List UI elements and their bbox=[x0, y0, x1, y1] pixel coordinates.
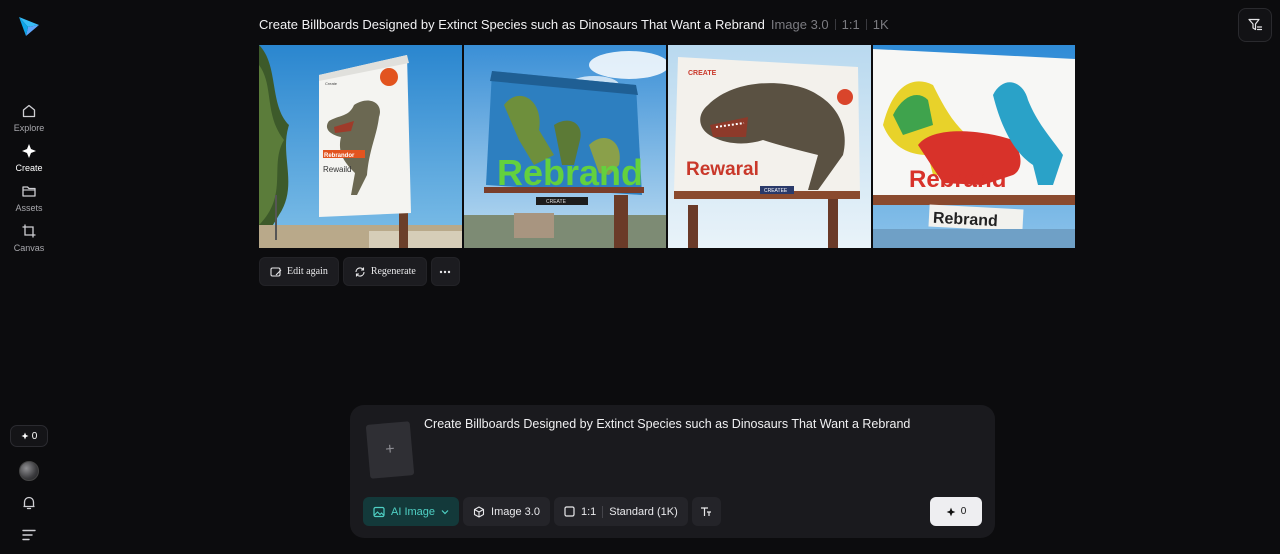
sidebar-item-label: Canvas bbox=[13, 243, 45, 253]
billboard-brand: CREATE bbox=[688, 70, 717, 77]
refresh-icon bbox=[355, 266, 365, 277]
ratio-label: 1:1 bbox=[841, 17, 860, 32]
model-label: Image 3.0 bbox=[491, 505, 540, 518]
generated-image-4[interactable]: Rebrand Rebrand bbox=[872, 45, 1075, 248]
prompt-composer: + Create Billboards Designed by Extinct … bbox=[350, 405, 995, 538]
edit-again-button[interactable]: Edit again bbox=[259, 257, 339, 286]
sidebar-item-explore[interactable]: Explore bbox=[0, 102, 58, 133]
mode-label: AI Image bbox=[391, 505, 436, 518]
prompt-input[interactable]: Create Billboards Designed by Extinct Sp… bbox=[424, 417, 910, 431]
composer-toolbar: AI Image Image 3.0 1:1 Standard (1K) bbox=[363, 497, 721, 526]
model-select[interactable]: Image 3.0 bbox=[463, 497, 550, 526]
credits-count: 0 bbox=[31, 430, 38, 442]
billboard-headline: Rebrand bbox=[909, 166, 1006, 193]
prompt-title: Create Billboards Designed by Extinct Sp… bbox=[259, 17, 765, 32]
billboard-subline: Rewaild bbox=[323, 165, 351, 174]
credits-badge[interactable]: 0 bbox=[10, 425, 48, 447]
billboard-sign: CREATEE bbox=[764, 188, 788, 194]
resolution-label: 1K bbox=[872, 17, 889, 32]
cube-icon bbox=[473, 505, 485, 518]
image-actions: Edit again Regenerate bbox=[259, 257, 460, 286]
generation-meta: Image 3.0 1:1 1K bbox=[771, 17, 889, 32]
sparkle-icon bbox=[21, 432, 29, 440]
generate-cost: 0 bbox=[960, 506, 967, 517]
crop-icon bbox=[20, 222, 38, 240]
sidebar: Explore Create Assets Canvas 0 bbox=[0, 0, 58, 554]
divider bbox=[865, 19, 867, 30]
model-label: Image 3.0 bbox=[770, 17, 829, 32]
ratio-label: 1:1 bbox=[580, 505, 597, 518]
generate-button[interactable]: 0 bbox=[930, 497, 982, 526]
generated-image-3[interactable]: CREATE Rewaral CREATEE bbox=[668, 45, 871, 248]
sidebar-item-assets[interactable]: Assets bbox=[0, 182, 58, 213]
sidebar-item-create[interactable]: Create bbox=[0, 142, 58, 173]
home-icon bbox=[20, 102, 38, 120]
plus-icon: + bbox=[384, 440, 396, 459]
regenerate-label: Regenerate bbox=[370, 266, 416, 277]
quality-label: Standard (1K) bbox=[609, 505, 678, 518]
edit-again-label: Edit again bbox=[287, 266, 328, 277]
menu-icon[interactable] bbox=[20, 527, 38, 543]
edit-icon bbox=[270, 266, 282, 277]
folder-icon bbox=[20, 182, 38, 200]
image-icon bbox=[373, 506, 385, 517]
billboard-sign: Rebrand bbox=[932, 210, 998, 230]
avatar[interactable] bbox=[19, 461, 39, 481]
billboard-headline: Rebrandor bbox=[324, 153, 355, 159]
generated-images: Rebrandor Rewaild Create Rebrand CREATE bbox=[259, 45, 1075, 248]
paper-plane-logo[interactable] bbox=[17, 14, 41, 38]
square-icon bbox=[564, 506, 575, 517]
size-select[interactable]: 1:1 Standard (1K) bbox=[553, 497, 688, 526]
divider bbox=[834, 19, 836, 30]
ellipsis-icon bbox=[440, 270, 451, 273]
sidebar-item-label: Assets bbox=[15, 203, 43, 213]
sidebar-item-label: Create bbox=[15, 163, 43, 173]
generated-image-1[interactable]: Rebrandor Rewaild Create bbox=[259, 45, 462, 248]
add-reference-image-button[interactable]: + bbox=[365, 421, 415, 479]
sidebar-item-canvas[interactable]: Canvas bbox=[0, 222, 58, 253]
generation-header: Create Billboards Designed by Extinct Sp… bbox=[259, 17, 889, 32]
chevron-down-icon bbox=[441, 509, 449, 514]
generated-image-2[interactable]: Rebrand CREATE bbox=[463, 45, 666, 248]
filter-icon bbox=[1248, 18, 1263, 31]
sidebar-item-label: Explore bbox=[13, 123, 45, 133]
billboard-headline: Rebrand bbox=[497, 152, 643, 193]
filter-button[interactable] bbox=[1238, 8, 1272, 42]
more-options-button[interactable] bbox=[430, 257, 460, 286]
divider bbox=[602, 505, 604, 518]
sparkle-icon bbox=[20, 142, 38, 160]
bell-icon[interactable] bbox=[20, 494, 38, 512]
billboard-sign: CREATE bbox=[546, 199, 567, 205]
sparkle-icon bbox=[946, 507, 956, 516]
mode-select[interactable]: AI Image bbox=[363, 497, 460, 526]
text-size-icon bbox=[701, 506, 712, 516]
billboard-headline: Rewaral bbox=[686, 159, 759, 180]
regenerate-button[interactable]: Regenerate bbox=[342, 257, 427, 286]
text-style-button[interactable] bbox=[691, 497, 721, 526]
billboard-brand: Create bbox=[325, 81, 338, 86]
